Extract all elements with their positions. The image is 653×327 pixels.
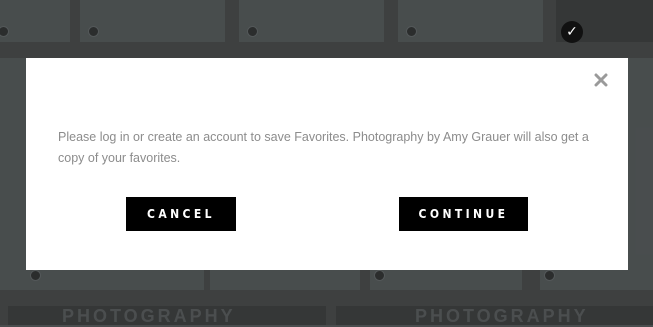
modal-message: Please log in or create an account to sa… (58, 129, 589, 165)
favorites-login-modal: Please log in or create an account to sa… (26, 58, 628, 270)
close-button[interactable] (594, 73, 612, 91)
check-icon: ✓ (561, 21, 583, 43)
continue-button[interactable]: CONTINUE (399, 197, 528, 231)
close-icon (594, 73, 608, 87)
cancel-button[interactable]: CANCEL (126, 197, 236, 231)
